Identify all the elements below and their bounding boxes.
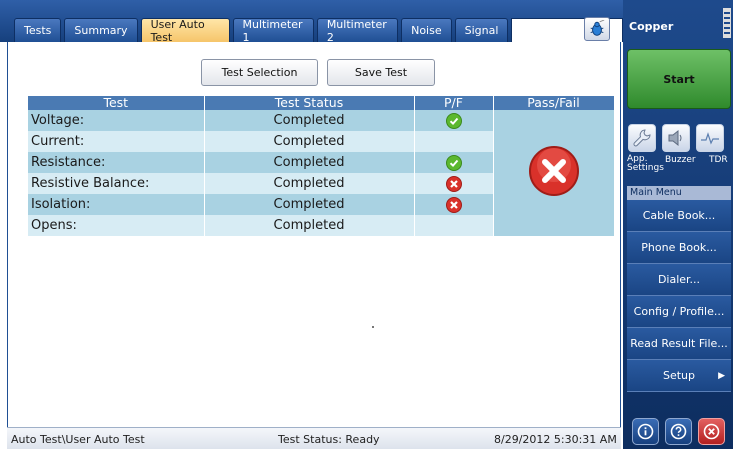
pf-cell — [413, 131, 493, 152]
status-datetime: 8/29/2012 5:30:31 AM — [494, 433, 617, 446]
menu-read-result-file[interactable]: Read Result File... — [627, 328, 731, 360]
pf-cell — [413, 152, 493, 173]
table-row: Voltage: Completed — [28, 110, 614, 236]
close-button[interactable] — [698, 418, 725, 445]
tdr-label: TDR — [709, 155, 728, 165]
bug-tool-button[interactable] — [584, 17, 610, 41]
test-status: Completed — [203, 194, 414, 215]
bottom-icon-row — [632, 418, 725, 445]
test-status-text: Test Status: Ready — [278, 433, 380, 446]
tab-bar: Tests Summary User Auto Test Multimeter … — [0, 0, 623, 44]
pf-cell — [413, 110, 493, 131]
pass-check-icon — [445, 112, 462, 129]
results-table: Test Test Status P/F Pass/Fail Voltage: … — [28, 96, 615, 236]
test-status: Completed — [203, 152, 414, 173]
menu-phone-book[interactable]: Phone Book... — [627, 232, 731, 264]
test-status: Completed — [203, 110, 414, 131]
menu-dialer[interactable]: Dialer... — [627, 264, 731, 296]
test-selection-button[interactable]: Test Selection — [201, 59, 318, 86]
quick-icons — [628, 124, 724, 152]
menu-config-profile[interactable]: Config / Profile... — [627, 296, 731, 328]
waveform-icon — [701, 132, 719, 145]
tab-multimeter-1[interactable]: Multimeter 1 — [232, 18, 314, 44]
panel-title: Copper — [629, 20, 674, 33]
tab-list: Tests Summary User Auto Test Multimeter … — [14, 18, 623, 44]
fail-x-icon — [445, 175, 462, 192]
buzzer-button[interactable] — [662, 124, 690, 152]
test-name: Isolation: — [28, 194, 204, 215]
wrench-icon — [633, 129, 651, 147]
right-panel: Copper Start App. Settings Buzzer TDR Ma… — [623, 0, 733, 449]
main-menu: Cable Book... Phone Book... Dialer... Co… — [627, 200, 731, 392]
info-icon — [637, 423, 654, 440]
tab-summary[interactable]: Summary — [64, 18, 138, 42]
menu-setup[interactable]: Setup ▶ — [627, 360, 731, 392]
close-icon — [703, 423, 720, 440]
test-status: Completed — [203, 131, 414, 152]
header-pf: P/F — [414, 96, 494, 110]
main-menu-header: Main Menu — [627, 186, 731, 200]
fail-x-icon — [445, 196, 462, 213]
main-panel: Test Selection Save Test Test Test Statu… — [7, 42, 621, 427]
pf-cell — [413, 173, 493, 194]
overall-pass-fail-cell — [492, 110, 614, 236]
stray-dot — [372, 326, 374, 328]
tab-noise[interactable]: Noise — [401, 18, 452, 42]
test-name: Resistive Balance: — [28, 173, 204, 194]
tab-multimeter-2[interactable]: Multimeter 2 — [316, 18, 399, 44]
status-path: Auto Test\User Auto Test — [11, 433, 145, 446]
test-status: Completed — [203, 215, 414, 236]
app-settings-label: App. Settings — [627, 154, 664, 173]
submenu-arrow-icon: ▶ — [718, 371, 725, 381]
tab-user-auto-test[interactable]: User Auto Test — [140, 18, 230, 44]
header-test-status: Test Status — [204, 96, 415, 110]
status-bar: Auto Test\User Auto Test Test Status: Re… — [7, 427, 621, 449]
pf-cell — [413, 215, 493, 236]
tab-signal[interactable]: Signal — [454, 18, 509, 42]
help-icon — [670, 423, 687, 440]
test-status: Completed — [203, 173, 414, 194]
app-settings-button[interactable] — [628, 124, 656, 152]
menu-cable-book[interactable]: Cable Book... — [627, 200, 731, 232]
pf-cell — [413, 194, 493, 215]
test-name: Opens: — [28, 215, 204, 236]
info-button[interactable] — [632, 418, 659, 445]
battery-icon — [723, 8, 731, 38]
pass-check-icon — [445, 154, 462, 171]
test-name: Voltage: — [28, 110, 204, 131]
menu-setup-label: Setup — [662, 369, 696, 382]
tdr-button[interactable] — [696, 124, 724, 152]
start-button[interactable]: Start — [627, 49, 731, 109]
action-buttons: Test Selection Save Test — [201, 59, 435, 86]
test-name: Resistance: — [28, 152, 204, 173]
header-pass-fail: Pass/Fail — [492, 96, 615, 110]
bug-icon — [590, 20, 605, 36]
speaker-icon — [668, 129, 682, 147]
test-name: Current: — [28, 131, 204, 152]
help-button[interactable] — [665, 418, 692, 445]
save-test-button[interactable]: Save Test — [327, 59, 435, 86]
tab-tests[interactable]: Tests — [14, 18, 62, 42]
header-test: Test — [28, 96, 205, 110]
overall-fail-icon — [528, 146, 579, 196]
buzzer-label: Buzzer — [665, 155, 696, 165]
